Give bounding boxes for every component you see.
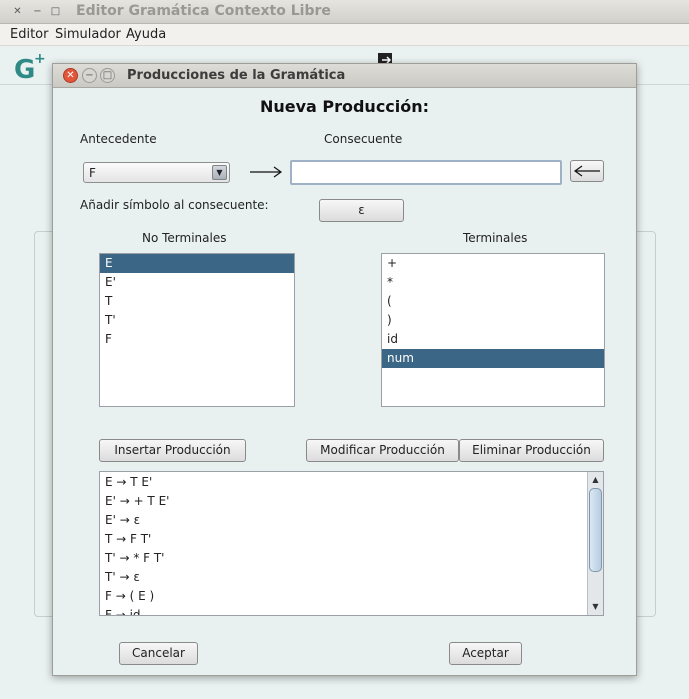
new-grammar-icon[interactable]: G + [12, 51, 46, 85]
list-item[interactable]: ) [382, 311, 604, 330]
list-item[interactable]: T [100, 292, 294, 311]
scroll-down-icon[interactable]: ▼ [588, 600, 603, 614]
menu-ayuda[interactable]: Ayuda [126, 27, 166, 42]
list-item[interactable]: E' → ε [100, 511, 603, 530]
list-item[interactable]: T → F T' [100, 530, 603, 549]
svg-text:+: + [34, 51, 46, 67]
minimize-icon[interactable]: − [82, 68, 97, 83]
list-item[interactable]: E → T E' [100, 473, 603, 492]
close-icon[interactable]: ✕ [10, 4, 25, 19]
list-item[interactable]: T' → ε [100, 568, 603, 587]
modify-production-button[interactable]: Modificar Producción [306, 439, 459, 462]
delete-production-button[interactable]: Eliminar Producción [459, 439, 604, 462]
menu-editor[interactable]: Editor [10, 27, 48, 42]
close-icon[interactable]: ✕ [63, 68, 78, 83]
dialog-titlebar: ✕ − □ Producciones de la Gramática [53, 64, 636, 88]
consecuente-label: Consecuente [324, 132, 403, 146]
window-title: Editor Gramática Contexto Libre [76, 3, 331, 19]
list-item[interactable]: + [382, 254, 604, 273]
list-item[interactable]: F [100, 330, 294, 349]
list-item[interactable]: E' → + T E' [100, 492, 603, 511]
list-item[interactable]: T' [100, 311, 294, 330]
svg-text:G: G [14, 55, 35, 81]
scrollbar[interactable]: ▲ ▼ [587, 472, 603, 615]
main-titlebar: ✕ − □ Editor Gramática Contexto Libre [0, 0, 689, 24]
add-symbol-label: Añadir símbolo al consecuente: [80, 198, 269, 212]
antecedente-label: Antecedente [80, 132, 157, 146]
dialog-title: Producciones de la Gramática [127, 68, 346, 83]
arrow-right-icon [249, 165, 283, 182]
minimize-icon[interactable]: − [30, 4, 45, 19]
epsilon-button[interactable]: ε [319, 199, 404, 222]
list-item[interactable]: num [382, 349, 604, 368]
list-item[interactable]: ( [382, 292, 604, 311]
list-item[interactable]: E' [100, 273, 294, 292]
arrow-left-icon [573, 165, 601, 181]
list-item[interactable]: F → id [100, 606, 603, 615]
productions-list[interactable]: E → T E' E' → + T E' E' → ε T → F T' T' … [99, 471, 604, 616]
page-title: Nueva Producción: [259, 97, 430, 116]
no-terminales-label: No Terminales [142, 231, 227, 245]
productions-dialog: ✕ − □ Producciones de la Gramática Nueva… [52, 63, 637, 676]
scroll-up-icon[interactable]: ▲ [588, 473, 603, 487]
scrollbar-thumb[interactable] [589, 488, 602, 572]
list-item[interactable]: * [382, 273, 604, 292]
cancel-button[interactable]: Cancelar [119, 642, 198, 665]
menu-simulador[interactable]: Simulador [55, 27, 121, 42]
consecuente-input[interactable] [290, 160, 562, 185]
list-item[interactable]: id [382, 330, 604, 349]
list-item[interactable]: F → ( E ) [100, 587, 603, 606]
antecedente-dropdown[interactable]: F ▼ [83, 162, 230, 183]
backspace-button[interactable] [570, 160, 604, 182]
maximize-icon[interactable]: □ [48, 4, 63, 19]
accept-button[interactable]: Aceptar [449, 642, 522, 665]
chevron-down-icon[interactable]: ▼ [212, 165, 227, 180]
no-terminales-list[interactable]: E E' T T' F [99, 253, 295, 407]
antecedente-selected: F [89, 166, 96, 180]
list-item[interactable]: T' → * F T' [100, 549, 603, 568]
terminales-label: Terminales [463, 231, 528, 245]
maximize-icon[interactable]: □ [100, 68, 115, 83]
list-item[interactable]: E [100, 254, 294, 273]
terminales-list[interactable]: + * ( ) id num [381, 253, 605, 407]
menubar: Editor Simulador Ayuda [0, 24, 689, 46]
insert-production-button[interactable]: Insertar Producción [99, 439, 246, 462]
